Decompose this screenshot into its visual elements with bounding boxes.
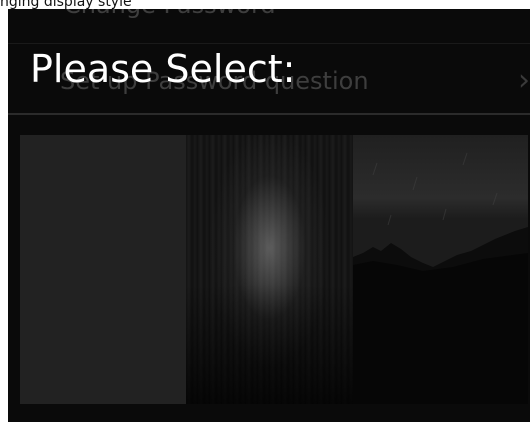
background-list-item-change-password: Change Password: [64, 9, 276, 19]
chevron-right-icon: ›: [518, 63, 530, 98]
background-divider: [8, 43, 530, 44]
mountain-silhouette-image: [353, 135, 528, 404]
dialog-divider: [8, 113, 530, 115]
background-options: [20, 135, 528, 404]
dialog-title: Please Select:: [30, 47, 296, 91]
option-wood-texture[interactable]: [186, 135, 353, 404]
option-solid-dark-gray[interactable]: [20, 135, 186, 404]
option-night-mountains[interactable]: [353, 135, 528, 404]
device-screen: Change Password Set up Password question…: [8, 9, 530, 422]
